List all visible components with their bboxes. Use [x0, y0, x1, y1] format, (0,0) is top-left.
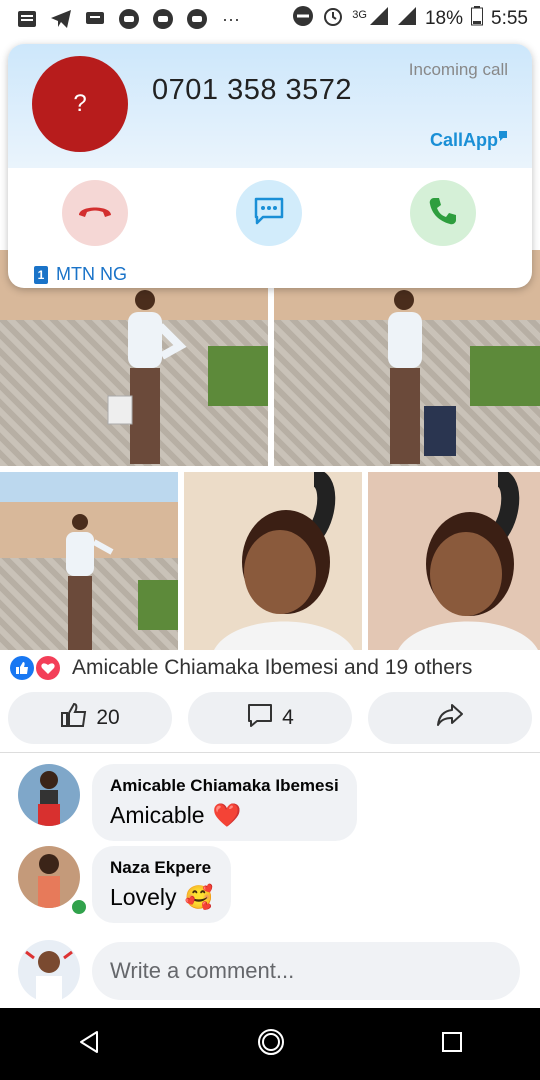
clock: 5:55	[491, 8, 528, 29]
telegram-icon	[50, 8, 72, 30]
divider	[0, 752, 540, 753]
battery-percent: 18%	[424, 8, 464, 29]
reactions-summary[interactable]: Amicable Chiamaka Ibemesi and 19 others	[10, 654, 472, 682]
avatar[interactable]	[18, 764, 80, 826]
comment-author[interactable]: Naza Ekpere	[110, 858, 213, 878]
vpn-icon	[186, 8, 208, 30]
signal-icon	[397, 6, 417, 32]
callapp-logo: CallApp	[430, 130, 508, 151]
comment-item: Amicable Chiamaka Ibemesi Amicable ❤️	[18, 764, 357, 841]
battery-icon	[471, 6, 484, 32]
post-photo[interactable]	[0, 472, 178, 650]
like-button[interactable]: 20	[8, 692, 172, 744]
comment-icon	[246, 702, 274, 734]
recents-icon[interactable]	[441, 1031, 463, 1058]
post-actions: 20 4	[8, 692, 532, 744]
system-nav-bar	[0, 1008, 540, 1080]
messages-icon	[16, 8, 38, 30]
caller-number: 0701 358 3572	[152, 74, 353, 106]
like-reaction-icon	[10, 656, 34, 680]
message-icon	[253, 196, 285, 231]
more-icon: ···	[222, 8, 240, 29]
vpn-icon	[118, 8, 140, 30]
dnd-icon	[292, 5, 314, 33]
comment-author[interactable]: Amicable Chiamaka Ibemesi	[110, 776, 339, 796]
post-photo[interactable]	[184, 472, 362, 650]
comment-bubble[interactable]: Naza Ekpere Lovely 🥰	[92, 846, 232, 923]
comment-text: Lovely	[110, 884, 177, 910]
brand-name: CallApp	[429, 130, 498, 150]
avatar[interactable]	[18, 940, 80, 1002]
signal-icon	[369, 6, 389, 32]
heart-emoji: ❤️	[212, 802, 242, 828]
like-count: 20	[96, 706, 120, 729]
vpn-icon	[152, 8, 174, 30]
sim-card-icon: 1	[34, 265, 48, 284]
comment-button[interactable]: 4	[188, 692, 352, 744]
love-reaction-icon	[34, 654, 62, 682]
online-indicator	[70, 898, 88, 916]
chat-icon	[84, 8, 106, 30]
comment-composer: Write a comment...	[18, 940, 520, 1002]
alarm-icon	[322, 5, 344, 33]
decline-call-button[interactable]	[62, 180, 128, 246]
carrier-name: MTN NG	[56, 264, 127, 284]
comment-count: 4	[282, 706, 294, 729]
incoming-call-card: ? 0701 358 3572 Incoming call CallApp 1 …	[8, 44, 532, 288]
answer-call-button[interactable]	[410, 180, 476, 246]
share-icon	[436, 703, 464, 733]
share-button[interactable]	[368, 692, 532, 744]
thumbs-up-icon	[60, 702, 88, 734]
home-icon[interactable]	[256, 1027, 286, 1062]
comment-item: Naza Ekpere Lovely 🥰	[18, 846, 232, 923]
caller-avatar: ?	[32, 56, 128, 152]
reactions-text: Amicable Chiamaka Ibemesi and 19 others	[72, 656, 473, 679]
reply-with-message-button[interactable]	[236, 180, 302, 246]
network-type: 3G	[352, 9, 367, 21]
avatar[interactable]	[18, 846, 80, 908]
sim-carrier: 1 MTN NG	[34, 264, 127, 285]
post-photo-grid	[0, 230, 540, 650]
back-icon[interactable]	[77, 1030, 101, 1059]
call-status: Incoming call	[408, 60, 508, 79]
write-comment-input[interactable]: Write a comment...	[92, 942, 520, 1000]
status-bar: ··· 3G 18% 5:55	[0, 0, 540, 38]
phone-icon	[428, 196, 458, 231]
comment-text: Amicable	[110, 802, 205, 828]
comment-bubble[interactable]: Amicable Chiamaka Ibemesi Amicable ❤️	[92, 764, 357, 841]
smiling-hearts-emoji: 🥰	[184, 884, 214, 910]
post-photo[interactable]	[368, 472, 540, 650]
hang-up-icon	[77, 203, 113, 224]
